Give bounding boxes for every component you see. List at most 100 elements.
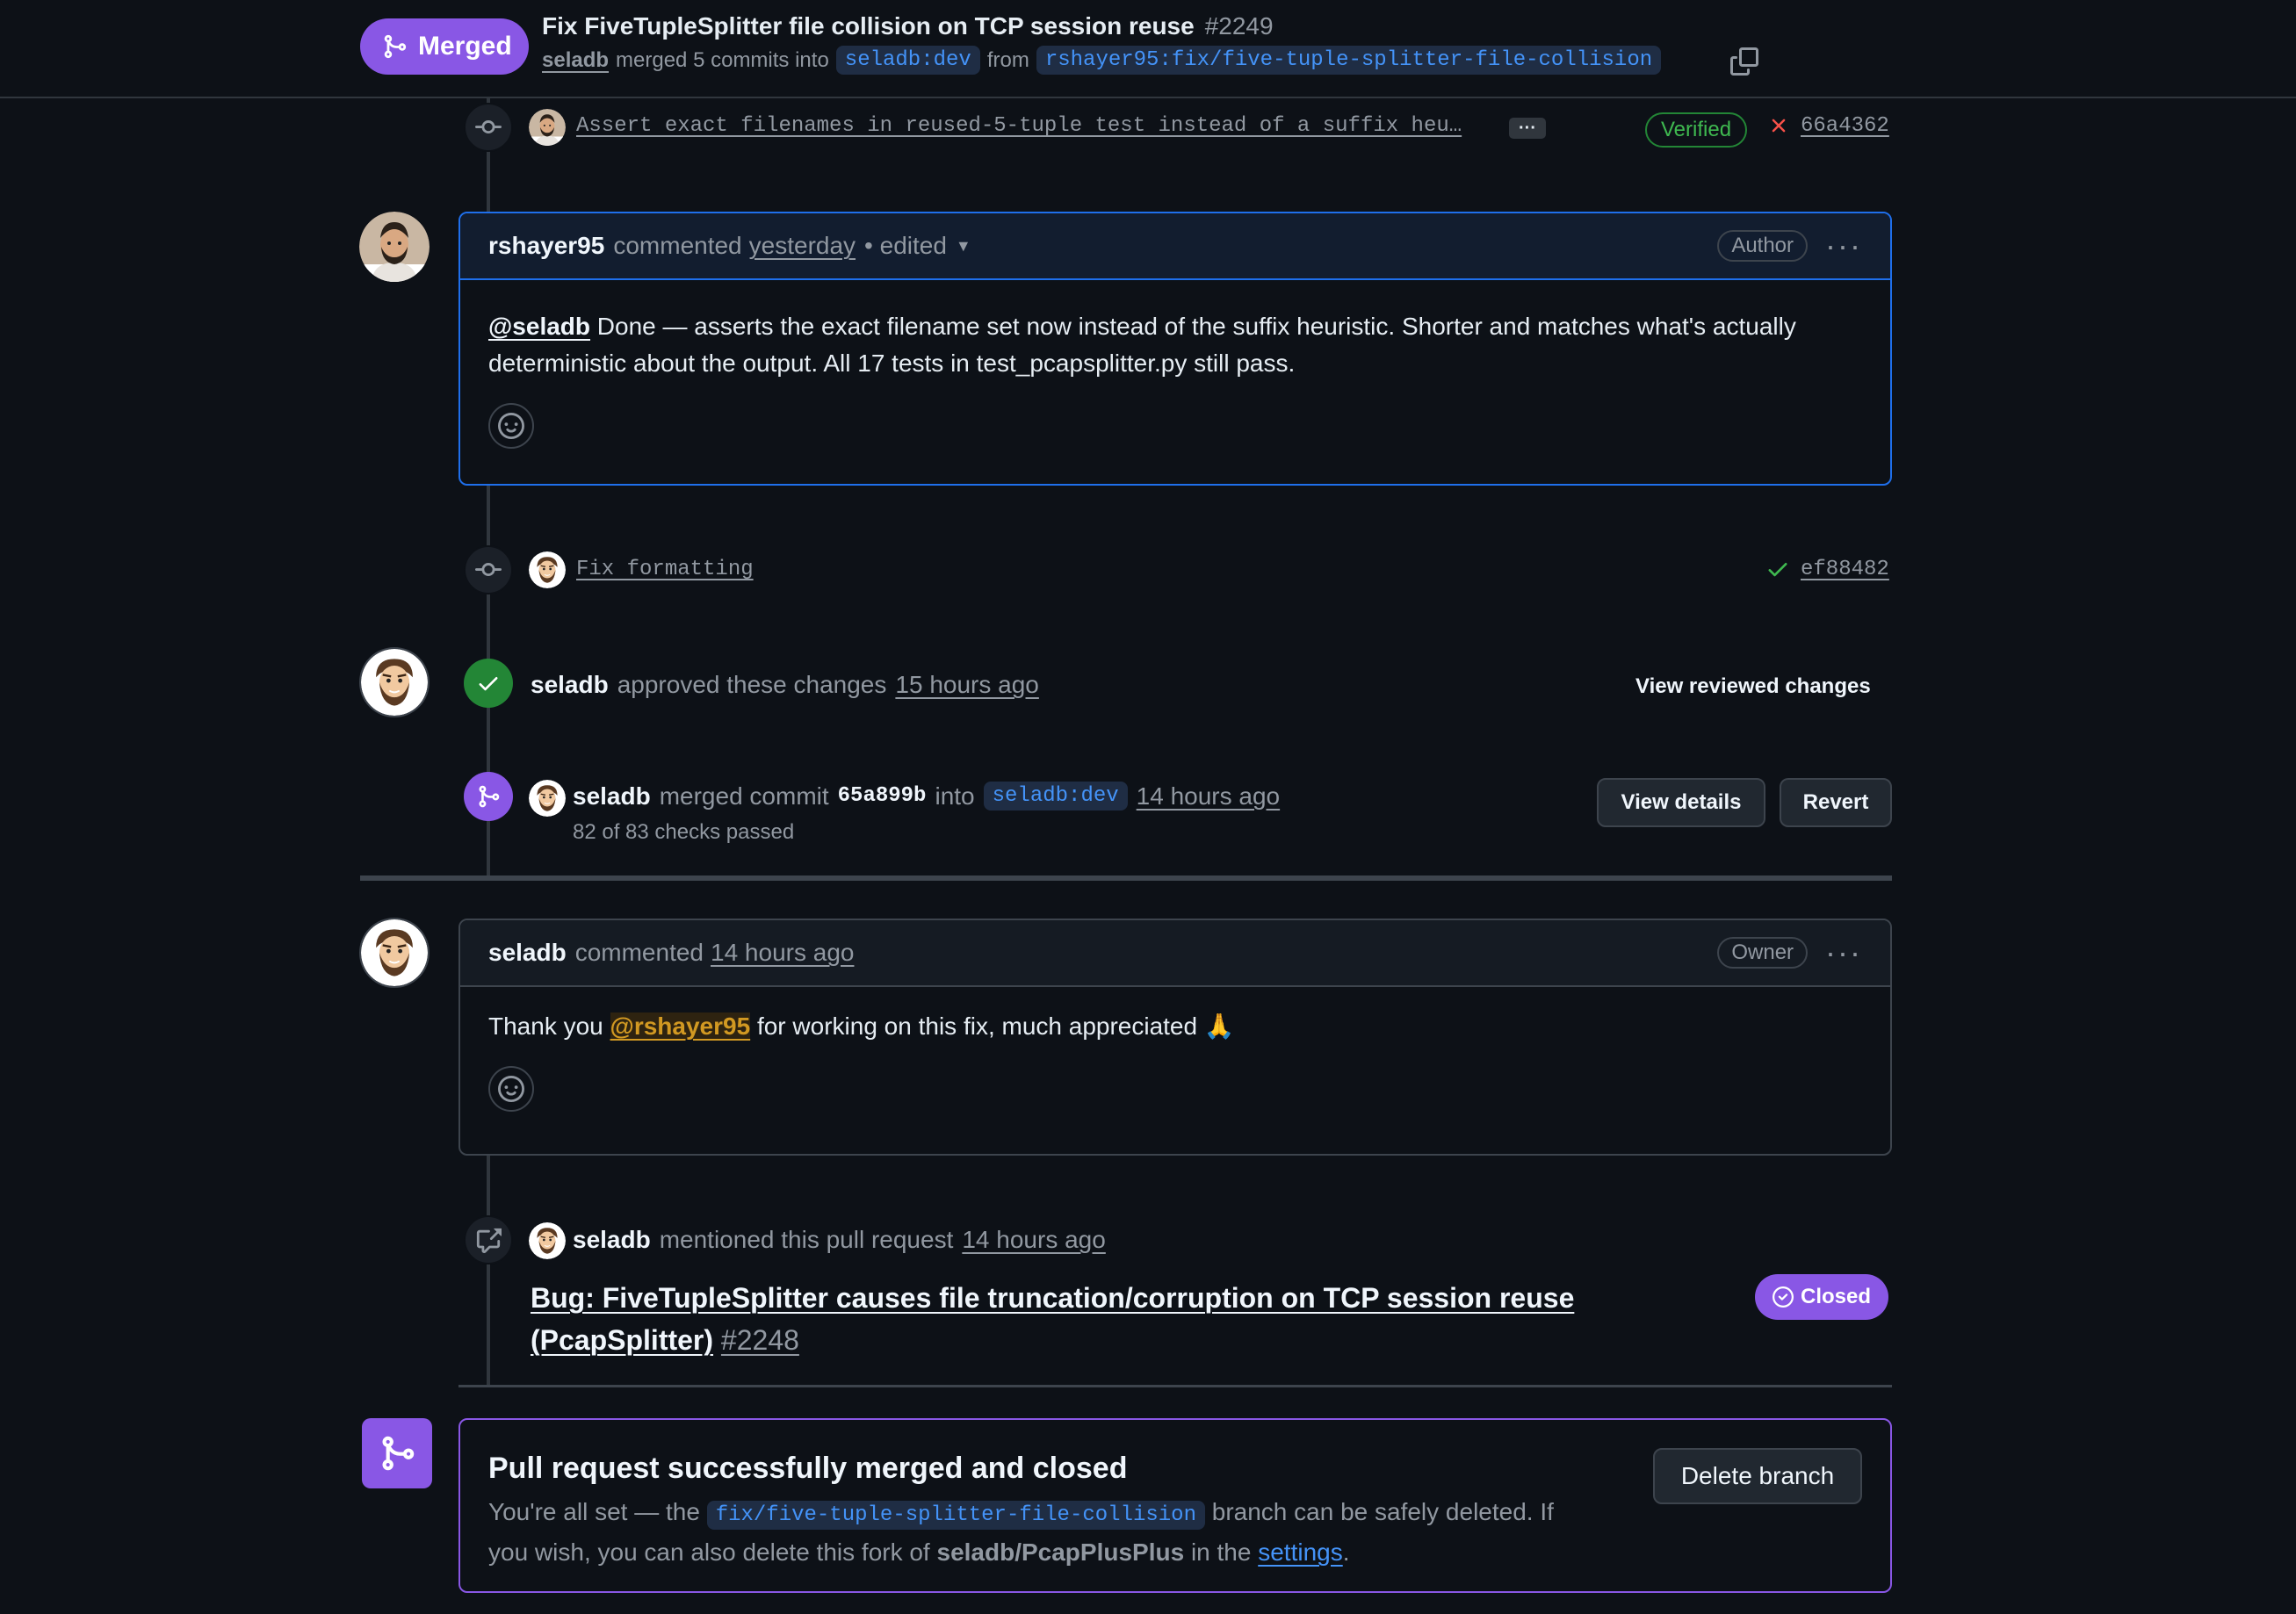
fork-name: seladb/PcapPlusPlus [936, 1538, 1185, 1566]
smiley-icon [498, 1076, 524, 1102]
owner-role-badge: Owner [1717, 937, 1809, 969]
mention-timestamp[interactable]: 14 hours ago [962, 1226, 1105, 1254]
comment-text: Thank you [488, 1012, 610, 1040]
merge-event: seladb merged commit 65a899b into seladb… [573, 782, 1280, 811]
pr-sticky-header: Merged Fix FiveTupleSplitter file collis… [0, 0, 2296, 98]
approval-text: approved these changes [617, 671, 887, 698]
approved-check-icon [464, 659, 513, 708]
verified-badge[interactable]: Verified [1645, 112, 1748, 148]
comment-text: for working on this fix, much appreciate… [750, 1012, 1235, 1040]
copy-icon[interactable] [1730, 47, 1758, 76]
mentioner-link[interactable]: seladb [573, 1226, 651, 1254]
commit-message-link[interactable]: Assert exact filenames in reused-5-tuple… [576, 114, 1462, 138]
add-reaction-button[interactable] [488, 403, 534, 449]
merged-box-title: Pull request successfully merged and clo… [488, 1452, 1128, 1485]
settings-link[interactable]: settings [1258, 1538, 1343, 1566]
issue-title-link[interactable]: Bug: FiveTupleSplitter causes file trunc… [531, 1282, 1574, 1356]
revert-button[interactable]: Revert [1780, 778, 1892, 827]
avatar[interactable] [529, 780, 566, 817]
comment-timestamp[interactable]: yesterday [749, 232, 856, 260]
comment-body: Thank you @rshayer95 for working on this… [460, 987, 1890, 1140]
smiley-icon [498, 413, 524, 439]
merge-text: merged commit [659, 782, 829, 810]
merge-timestamp[interactable]: 14 hours ago [1137, 782, 1280, 811]
pr-title: Fix FiveTupleSplitter file collision on … [542, 12, 1195, 40]
view-reviewed-changes-link[interactable]: View reviewed changes [1635, 674, 1871, 699]
comment-header: seladb commented 14 hours ago Owner ··· [460, 920, 1890, 987]
avatar[interactable] [529, 551, 566, 588]
check-passed-icon[interactable] [1765, 557, 1790, 587]
timeline-line [487, 1154, 490, 1386]
head-branch-tag[interactable]: fix/five-tuple-splitter-file-collision [706, 1501, 1205, 1530]
merge-icon [362, 1418, 432, 1488]
issue-number[interactable]: #2248 [721, 1324, 799, 1356]
kebab-menu-icon[interactable]: ··· [1825, 934, 1862, 971]
comment-action: commented [574, 939, 704, 966]
pr-number: #2249 [1204, 12, 1274, 40]
author-role-badge: Author [1717, 230, 1809, 262]
comment-action: commented [613, 232, 742, 259]
approval-event: seladb approved these changes 15 hours a… [531, 671, 1039, 699]
commit-icon [464, 103, 513, 152]
comment-body: @seladb Done — asserts the exact filenam… [460, 280, 1890, 477]
avatar[interactable] [529, 1222, 566, 1259]
merged-box-description: You're all set — the fix/five-tuple-spli… [488, 1494, 1630, 1571]
avatar[interactable] [529, 109, 566, 146]
merger-link[interactable]: seladb [573, 782, 651, 811]
merged-status-badge: Merged [360, 18, 529, 75]
issue-status-label: Closed [1801, 1285, 1872, 1308]
commit-sha-link[interactable]: ef88482 [1801, 558, 1889, 581]
desc-text: in the [1190, 1538, 1252, 1566]
delete-branch-button[interactable]: Delete branch [1653, 1448, 1862, 1504]
comment-box: seladb commented 14 hours ago Owner ··· … [458, 919, 1892, 1156]
cross-reference-icon [464, 1215, 513, 1265]
avatar[interactable] [359, 918, 430, 988]
mention-link[interactable]: @seladb [488, 313, 590, 340]
comment-author[interactable]: seladb [488, 939, 567, 967]
avatar[interactable] [359, 647, 430, 717]
timeline-divider [458, 1385, 1892, 1387]
desc-text: You're all set — the [488, 1498, 700, 1525]
base-branch-tag[interactable]: seladb:dev [835, 46, 980, 75]
commit-sha-link[interactable]: 66a4362 [1801, 114, 1889, 138]
pr-merge-summary: seladb merged 5 commits into seladb:dev … [542, 46, 1662, 75]
view-details-button[interactable]: View details [1597, 778, 1765, 827]
avatar[interactable] [359, 212, 430, 282]
into-text: into [935, 782, 975, 810]
issue-closed-icon [1773, 1286, 1794, 1308]
desc-text: . [1342, 1538, 1350, 1566]
chevron-down-icon[interactable]: ▼ [956, 237, 971, 256]
merged-status-box: Pull request successfully merged and clo… [458, 1418, 1892, 1593]
approval-timestamp[interactable]: 15 hours ago [895, 671, 1038, 699]
head-branch-tag[interactable]: rshayer95:fix/five-tuple-splitter-file-c… [1036, 46, 1662, 75]
add-reaction-button[interactable] [488, 1066, 534, 1112]
base-branch-tag[interactable]: seladb:dev [983, 782, 1128, 811]
commit-icon [464, 545, 513, 594]
timeline-divider [360, 875, 1892, 881]
mention-link[interactable]: @rshayer95 [610, 1012, 751, 1040]
commit-message-link[interactable]: Fix formatting [576, 558, 754, 581]
edited-dropdown[interactable]: • edited [864, 232, 947, 260]
referenced-issue: Bug: FiveTupleSplitter causes file trunc… [531, 1277, 1602, 1361]
check-failed-icon[interactable] [1767, 114, 1790, 143]
reviewer-link[interactable]: seladb [531, 671, 609, 699]
merge-icon [384, 34, 407, 59]
comment-header: rshayer95 commented yesterday • edited ▼… [460, 213, 1890, 280]
kebab-menu-icon[interactable]: ··· [1825, 227, 1862, 264]
merger-link[interactable]: seladb [542, 48, 609, 73]
issue-closed-badge: Closed [1755, 1274, 1889, 1320]
merged-commits-text: merged 5 commits into [616, 47, 829, 72]
comment-box: rshayer95 commented yesterday • edited ▼… [458, 212, 1892, 486]
comment-author[interactable]: rshayer95 [488, 232, 604, 260]
mention-text: mentioned this pull request [659, 1226, 954, 1253]
desc-text: you wish, you can also delete this fork … [488, 1538, 930, 1566]
merge-icon [464, 772, 513, 821]
checks-status[interactable]: 82 of 83 checks passed [573, 820, 794, 845]
merged-status-label: Merged [418, 32, 512, 61]
mention-event: seladb mentioned this pull request 14 ho… [573, 1226, 1106, 1254]
comment-timestamp[interactable]: 14 hours ago [711, 939, 854, 967]
merge-commit-sha[interactable]: 65a899b [838, 784, 927, 808]
pr-title-row: Fix FiveTupleSplitter file collision on … [542, 12, 1274, 40]
comment-text: Done — asserts the exact filename set no… [488, 313, 1796, 377]
expand-commit-button[interactable]: ··· [1509, 118, 1546, 139]
